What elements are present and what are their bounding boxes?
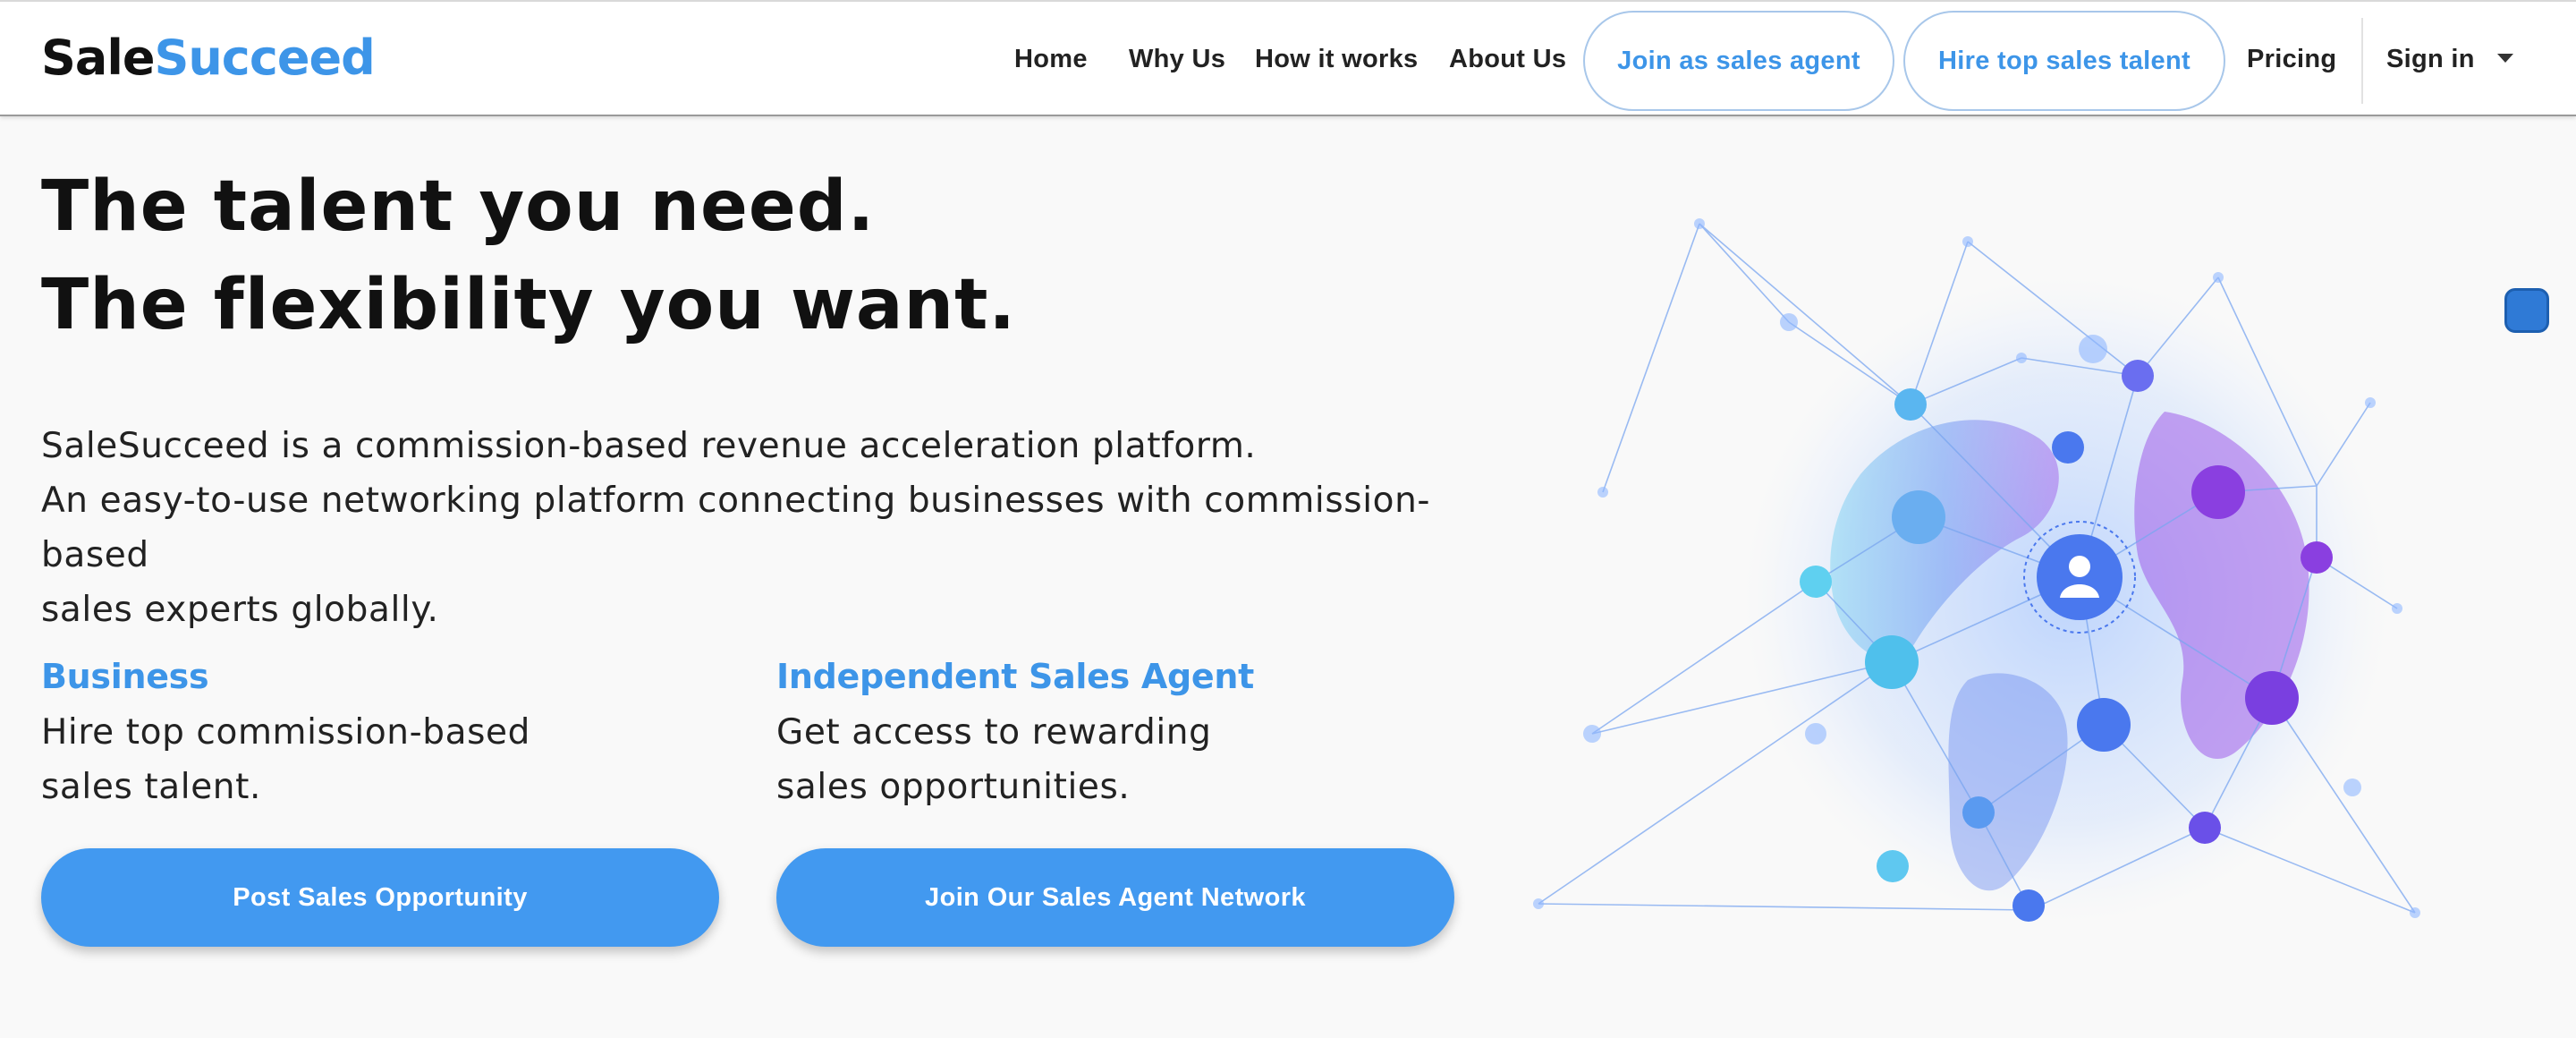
join-sales-agent-button[interactable]: Join as sales agent [1583, 11, 1894, 111]
nav-why-us[interactable]: Why Us [1129, 41, 1225, 77]
business-line-2: sales talent. [41, 767, 261, 807]
site-header: SaleSucceed Home Why Us How it works Abo… [0, 0, 2576, 116]
agent-line-1: Get access to rewarding [776, 712, 1212, 753]
headline-line-2: The flexibility you want. [41, 265, 1016, 345]
global-network-illustration [1533, 218, 2420, 922]
brand-logo[interactable]: SaleSucceed [41, 27, 376, 89]
business-text: Hire top commission-based sales talent. [41, 705, 530, 814]
headline-line-1: The talent you need. [41, 166, 876, 247]
business-title: Business [41, 657, 209, 696]
join-agent-network-button[interactable]: Join Our Sales Agent Network [776, 848, 1454, 947]
nav-pricing[interactable]: Pricing [2247, 41, 2336, 77]
nav-about-us[interactable]: About Us [1449, 41, 1566, 77]
nav-divider [2361, 18, 2363, 104]
agent-line-2: sales opportunities. [776, 767, 1131, 807]
hero-description: SaleSucceed is a commission-based revenu… [41, 419, 1508, 637]
desc-line-1: SaleSucceed is a commission-based revenu… [41, 426, 1257, 466]
desc-line-2: An easy-to-use networking platform conne… [41, 481, 1431, 575]
nav-how-it-works[interactable]: How it works [1255, 41, 1418, 77]
hero-headline: The talent you need. The flexibility you… [41, 157, 1016, 354]
logo-part-sale: Sale [41, 30, 155, 86]
sign-in-menu[interactable]: Sign in [2386, 41, 2475, 77]
business-line-1: Hire top commission-based [41, 712, 531, 753]
agent-title: Independent Sales Agent [776, 657, 1254, 696]
post-sales-opportunity-button[interactable]: Post Sales Opportunity [41, 848, 719, 947]
chevron-down-icon[interactable] [2497, 54, 2513, 63]
hire-sales-talent-button[interactable]: Hire top sales talent [1903, 11, 2225, 111]
nav-home[interactable]: Home [1014, 41, 1088, 77]
logo-part-succeed: Succeed [154, 30, 375, 86]
chat-widget-icon[interactable] [2504, 288, 2549, 333]
desc-line-3: sales experts globally. [41, 590, 439, 630]
agent-text: Get access to rewarding sales opportunit… [776, 705, 1211, 814]
